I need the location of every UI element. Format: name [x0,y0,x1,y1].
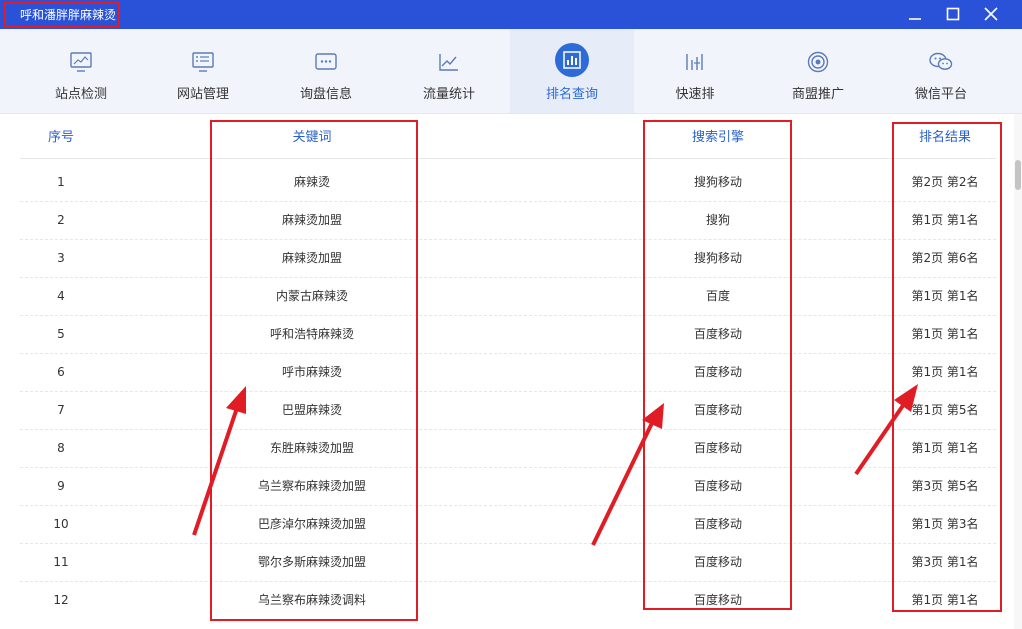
bar-chart-icon [555,43,589,77]
row-engine: 百度移动 [693,403,742,417]
wechat-icon [926,47,956,77]
row-result: 第1页 第1名 [911,593,979,607]
row-keyword: 麻辣烫加盟 [281,251,342,265]
row-index: 2 [57,213,65,227]
row-keyword: 内蒙古麻辣烫 [275,289,348,303]
row-index: 5 [57,327,65,341]
row-index: 7 [57,403,65,417]
row-engine: 百度移动 [693,555,742,569]
row-engine: 搜狗移动 [693,251,742,265]
tab-ranking[interactable]: 排名查询 [510,29,634,113]
row-keyword: 巴盟麻辣烫 [281,403,342,417]
monitor-icon [66,47,96,77]
row-index: 8 [57,441,65,455]
row-result: 第3页 第5名 [911,479,979,493]
row-engine: 百度 [705,289,730,303]
table-row[interactable]: 5 呼和浩特麻辣烫 百度移动 第1页 第1名 [20,315,996,354]
row-result: 第1页 第1名 [911,365,979,379]
tab-label: 网站管理 [176,87,229,102]
row-index: 12 [53,593,69,607]
rank-bars-icon [680,47,710,77]
table-row[interactable]: 2 麻辣烫加盟 搜狗 第1页 第1名 [20,201,996,240]
close-icon[interactable] [980,4,1002,24]
row-engine: 百度移动 [693,517,742,531]
row-engine: 百度移动 [693,365,742,379]
minimize-icon[interactable] [904,4,926,24]
row-index: 11 [53,555,69,569]
title-bar: 呼和潘胖胖麻辣烫 [0,0,1022,29]
tab-label: 商盟推广 [791,87,844,102]
row-keyword: 鄂尔多斯麻辣烫加盟 [257,555,366,569]
target-icon [803,47,833,77]
row-keyword: 巴彦淖尔麻辣烫加盟 [257,517,366,531]
window-title: 呼和潘胖胖麻辣烫 [4,2,120,28]
table-row[interactable]: 3 麻辣烫加盟 搜狗移动 第2页 第6名 [20,239,996,278]
table-row[interactable]: 11 鄂尔多斯麻辣烫加盟 百度移动 第3页 第1名 [20,543,996,582]
row-engine: 搜狗移动 [693,175,742,189]
scrollbar-track[interactable] [1014,114,1022,629]
tab-alliance[interactable]: 商盟推广 [756,29,880,113]
table-header: 序号 关键词 搜索引擎 排名结果 [20,118,996,159]
row-keyword: 呼市麻辣烫 [281,365,342,379]
tab-label: 快速排 [675,87,715,102]
tab-label: 微信平台 [914,87,967,102]
line-chart-icon [434,47,464,77]
row-index: 1 [57,175,65,189]
row-keyword: 麻辣烫 [293,175,330,189]
table-row[interactable]: 8 东胜麻辣烫加盟 百度移动 第1页 第1名 [20,429,996,468]
tab-label: 排名查询 [545,87,598,102]
tab-wechat[interactable]: 微信平台 [879,29,1003,113]
row-keyword: 呼和浩特麻辣烫 [269,327,354,341]
tab-inquiry[interactable]: 询盘信息 [264,29,388,113]
row-index: 9 [57,479,65,493]
row-result: 第3页 第1名 [911,555,979,569]
row-index: 4 [57,289,65,303]
main-nav: 站点检测 网站管理 询盘信息 流量统计 排名查询 快速排 商盟推广 微信平台 [0,29,1022,114]
row-result: 第1页 第1名 [911,289,979,303]
tab-quick-rank[interactable]: 快速排 [633,29,757,113]
row-result: 第1页 第5名 [911,403,979,417]
table-row[interactable]: 7 巴盟麻辣烫 百度移动 第1页 第5名 [20,391,996,430]
row-result: 第2页 第2名 [911,175,979,189]
row-keyword: 乌兰察布麻辣烫调料 [257,593,366,607]
table-row[interactable]: 12 乌兰察布麻辣烫调料 百度移动 第1页 第1名 [20,581,996,619]
header-result: 排名结果 [918,130,971,145]
header-index: 序号 [47,130,74,145]
row-engine: 百度移动 [693,441,742,455]
tab-traffic[interactable]: 流量统计 [387,29,511,113]
row-engine: 百度移动 [693,593,742,607]
website-icon [188,47,218,77]
table-row[interactable]: 4 内蒙古麻辣烫 百度 第1页 第1名 [20,277,996,316]
row-result: 第1页 第1名 [911,441,979,455]
tab-label: 询盘信息 [299,87,352,102]
row-keyword: 东胜麻辣烫加盟 [269,441,354,455]
row-engine: 搜狗 [705,213,730,227]
maximize-icon[interactable] [942,4,964,24]
scrollbar-thumb[interactable] [1015,160,1021,190]
table-row[interactable]: 6 呼市麻辣烫 百度移动 第1页 第1名 [20,353,996,392]
message-icon [311,47,341,77]
table-row[interactable]: 1 麻辣烫 搜狗移动 第2页 第2名 [20,163,996,202]
row-result: 第1页 第3名 [911,517,979,531]
window-controls [904,4,1002,24]
row-index: 3 [57,251,65,265]
row-result: 第1页 第1名 [911,213,979,227]
header-engine: 搜索引擎 [691,130,744,145]
row-result: 第1页 第1名 [911,327,979,341]
row-keyword: 麻辣烫加盟 [281,213,342,227]
row-index: 6 [57,365,65,379]
row-index: 10 [53,517,69,531]
tab-label: 站点检测 [54,87,107,102]
tab-site-management[interactable]: 网站管理 [141,29,265,113]
tab-label: 流量统计 [422,87,475,102]
header-keyword: 关键词 [292,130,332,145]
table-row[interactable]: 10 巴彦淖尔麻辣烫加盟 百度移动 第1页 第3名 [20,505,996,544]
table-row[interactable]: 9 乌兰察布麻辣烫加盟 百度移动 第3页 第5名 [20,467,996,506]
row-engine: 百度移动 [693,327,742,341]
row-engine: 百度移动 [693,479,742,493]
row-result: 第2页 第6名 [911,251,979,265]
tab-site-check[interactable]: 站点检测 [19,29,143,113]
row-keyword: 乌兰察布麻辣烫加盟 [257,479,366,493]
